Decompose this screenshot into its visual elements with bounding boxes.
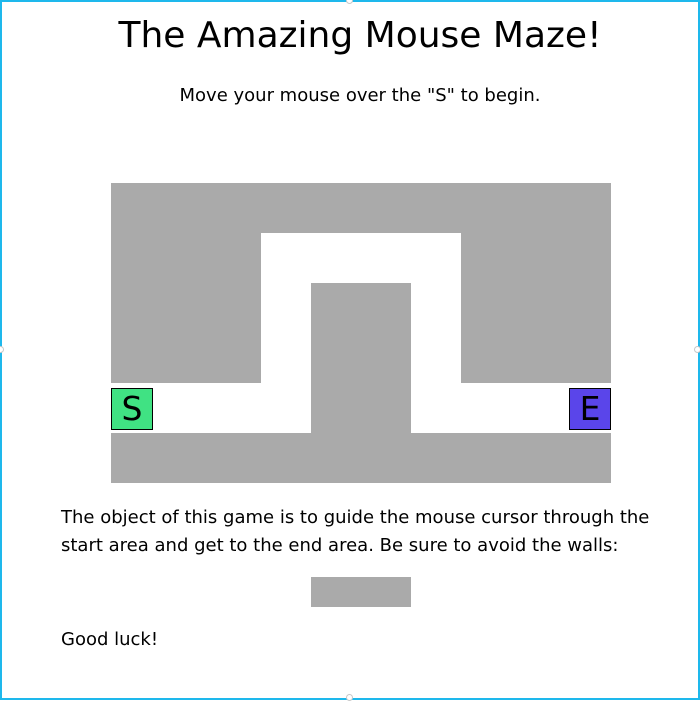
good-luck-text: Good luck!: [61, 629, 159, 650]
maze-wall-upper-left[interactable]: [111, 233, 261, 383]
start-instructions: Move your mouse over the "S" to begin.: [179, 85, 541, 106]
maze-wall-bottom[interactable]: [111, 433, 611, 483]
maze-wall-center[interactable]: [311, 283, 411, 433]
wall-sample: [311, 577, 411, 607]
resize-handle-right[interactable]: [694, 346, 700, 353]
start-zone[interactable]: S: [111, 388, 153, 430]
maze-board: S E: [111, 183, 611, 483]
end-zone[interactable]: E: [569, 388, 611, 430]
page-title: The Amazing Mouse Maze!: [118, 15, 602, 56]
maze-wall-top[interactable]: [111, 183, 611, 233]
game-description: The object of this game is to guide the …: [61, 507, 650, 556]
maze-wall-upper-right[interactable]: [461, 233, 611, 383]
